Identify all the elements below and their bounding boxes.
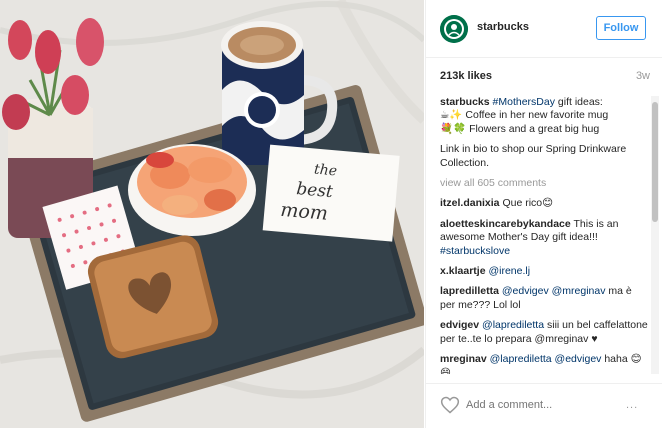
comment-item: aloetteskincarebykandace This is an awes…: [440, 218, 648, 258]
card-word-1: the: [313, 162, 337, 180]
comment-footer: ...: [426, 383, 662, 428]
post-photo: the best mom: [0, 0, 424, 428]
scrollbar[interactable]: [651, 96, 659, 374]
caption-text: gift ideas:: [557, 96, 603, 108]
post-username[interactable]: starbucks: [477, 21, 529, 33]
comment-tag[interactable]: #starbuckslove: [440, 245, 510, 257]
comments-feed[interactable]: starbucks #MothersDay gift ideas: ☕✨ Cof…: [440, 96, 648, 374]
comment-username[interactable]: edvigev: [440, 319, 479, 331]
comment-username[interactable]: itzel.danixia: [440, 197, 500, 209]
card-word-2: best: [296, 179, 334, 202]
view-all-comments-link[interactable]: view all 605 comments: [440, 177, 546, 189]
avatar[interactable]: [440, 15, 468, 43]
comment-tag[interactable]: @laprediletta: [482, 319, 544, 331]
comment-text: Que rico😊: [502, 197, 554, 210]
breakfast-tray-image: the best mom: [0, 0, 424, 428]
starbucks-logo-icon: [440, 15, 468, 43]
comment-item: x.klaartje @irene.lj: [440, 265, 648, 278]
post-age[interactable]: 3w: [636, 70, 650, 82]
likes-count[interactable]: 213k likes: [440, 70, 492, 82]
comment-item: itzel.danixia Que rico😊: [440, 197, 648, 210]
caption-hashtag[interactable]: #MothersDay: [493, 96, 555, 108]
caption-line-2: ☕✨ Coffee in her new favorite mug: [440, 109, 609, 122]
likes-row: 213k likes 3w: [440, 70, 650, 84]
comment-tag[interactable]: @irene.lj: [488, 265, 530, 277]
add-comment-input[interactable]: [466, 396, 616, 414]
caption-link-line: Link in bio to shop our Spring Drinkware…: [440, 143, 627, 169]
caption: starbucks #MothersDay gift ideas: ☕✨ Cof…: [440, 96, 648, 136]
fruit-bowl: [128, 144, 256, 236]
comment-item: mreginav @laprediletta @edvigev haha 😊😄: [440, 353, 648, 374]
card-word-3: mom: [280, 199, 329, 225]
caption-username[interactable]: starbucks: [440, 96, 490, 108]
comment-item: edvigev @laprediletta siii un bel caffel…: [440, 319, 648, 346]
comment-tag[interactable]: @edvigev @mreginav: [502, 285, 606, 297]
scrollbar-thumb[interactable]: [652, 102, 658, 222]
caption-line-3: 💐🍀 Flowers and a great big hug: [440, 122, 600, 135]
comment-username[interactable]: x.klaartje: [440, 265, 486, 277]
post-header: starbucks Follow: [426, 0, 662, 58]
post-side-panel: starbucks Follow 213k likes 3w starbucks…: [425, 0, 662, 428]
comment-username[interactable]: aloetteskincarebykandace: [440, 218, 571, 230]
comment-item: lapredilletta @edvigev @mreginav ma è pe…: [440, 285, 648, 312]
more-options-icon[interactable]: ...: [626, 399, 638, 411]
comment-list: itzel.danixia Que rico😊 aloetteskincareb…: [440, 197, 648, 374]
comment-username[interactable]: lapredilletta: [440, 285, 499, 297]
best-mom-card: the best mom: [262, 144, 400, 242]
follow-button[interactable]: Follow: [596, 16, 646, 40]
comment-tag[interactable]: @laprediletta @edvigev: [490, 353, 602, 365]
heart-icon[interactable]: [440, 395, 460, 415]
comment-username[interactable]: mreginav: [440, 353, 487, 365]
